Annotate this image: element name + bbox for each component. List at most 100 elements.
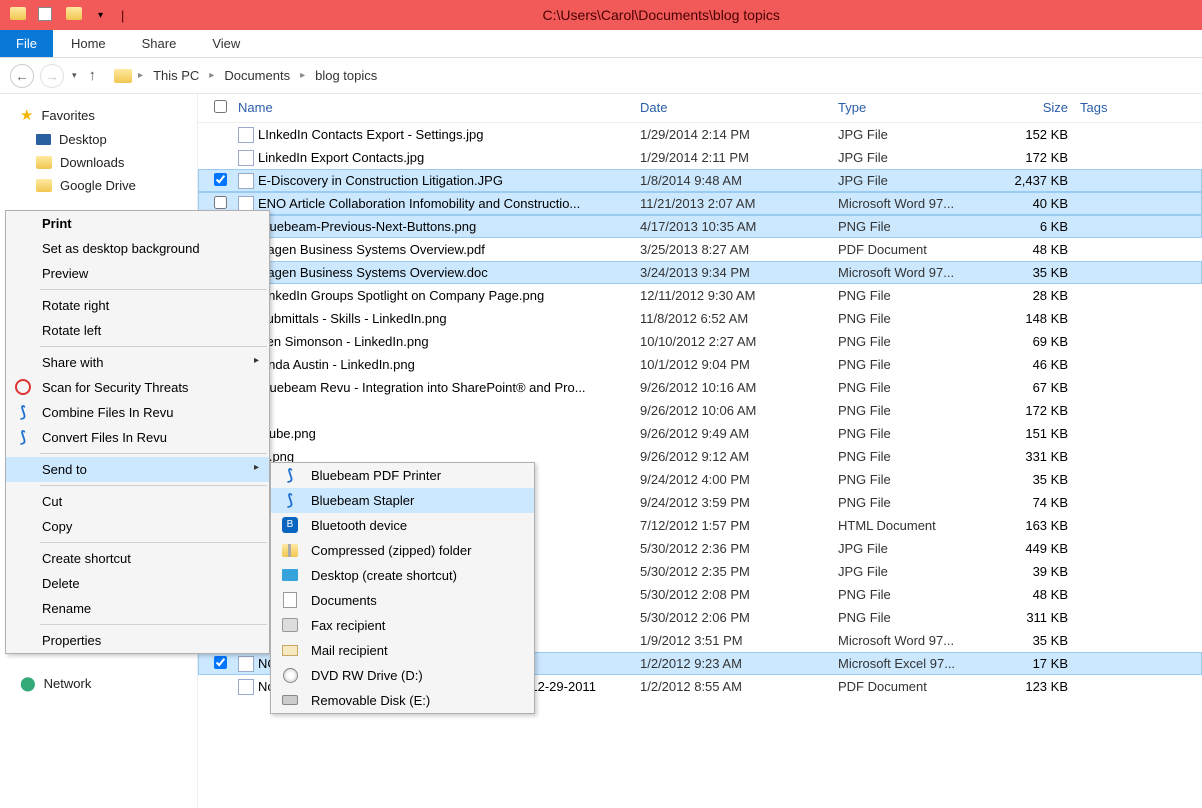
file-date: 9/26/2012 9:49 AM [640, 426, 838, 441]
file-row[interactable]: LinkedIn Groups Spotlight on Company Pag… [198, 284, 1202, 307]
file-size: 74 KB [986, 495, 1080, 510]
row-checkbox[interactable] [214, 173, 238, 189]
sendto-fax[interactable]: Fax recipient [271, 613, 534, 638]
file-row[interactable]: Hagen Business Systems Overview.pdf3/25/… [198, 238, 1202, 261]
cm-convert-revu[interactable]: ⟆Convert Files In Revu [6, 425, 269, 450]
file-name: Linda Austin - LinkedIn.png [258, 357, 640, 372]
cm-send-to[interactable]: Send to▸ [6, 457, 269, 482]
breadcrumb-folder[interactable]: blog topics [311, 66, 381, 85]
file-row[interactable]: Linda Austin - LinkedIn.png10/1/2012 9:0… [198, 353, 1202, 376]
sidebar-label: Google Drive [60, 178, 136, 193]
cm-separator [40, 289, 267, 290]
home-tab[interactable]: Home [53, 30, 124, 57]
file-row[interactable]: ...ube.png9/26/2012 9:49 AMPNG File151 K… [198, 422, 1202, 445]
file-row[interactable]: Submittals - Skills - LinkedIn.png11/8/2… [198, 307, 1202, 330]
back-button[interactable]: ← [10, 64, 34, 88]
sidebar-desktop[interactable]: Desktop [0, 128, 197, 151]
file-row[interactable]: LInkedIn Contacts Export - Settings.jpg1… [198, 123, 1202, 146]
file-row[interactable]: Ken Simonson - LinkedIn.png10/10/2012 2:… [198, 330, 1202, 353]
zip-folder-icon [281, 541, 299, 559]
qat-chevron-icon[interactable]: ▾ [98, 10, 103, 21]
fax-icon [281, 616, 299, 634]
file-row[interactable]: E-Discovery in Construction Litigation.J… [198, 169, 1202, 192]
file-date: 9/24/2012 3:59 PM [640, 495, 838, 510]
file-row[interactable]: Hagen Business Systems Overview.doc3/24/… [198, 261, 1202, 284]
breadcrumb-this-pc[interactable]: This PC [149, 66, 203, 85]
sidebar-downloads[interactable]: Downloads [0, 151, 197, 174]
usb-icon [281, 691, 299, 709]
cm-label: Bluebeam Stapler [311, 493, 414, 508]
column-type[interactable]: Type [838, 100, 986, 116]
chevron-right-icon[interactable]: ▸ [300, 70, 305, 81]
cm-preview[interactable]: Preview [6, 261, 269, 286]
sendto-desktop-shortcut[interactable]: Desktop (create shortcut) [271, 563, 534, 588]
file-row[interactable]: ENO Article Collaboration Infomobility a… [198, 192, 1202, 215]
file-name: Hagen Business Systems Overview.doc [258, 265, 640, 280]
file-type: Microsoft Word 97... [838, 196, 986, 211]
select-all-checkbox[interactable] [214, 100, 238, 116]
row-checkbox[interactable] [214, 656, 238, 672]
cm-label: Bluebeam PDF Printer [311, 468, 441, 483]
new-folder-icon[interactable] [66, 7, 82, 23]
breadcrumb[interactable]: ▸ This PC ▸ Documents ▸ blog topics [114, 66, 1192, 85]
file-date: 9/26/2012 10:06 AM [640, 403, 838, 418]
forward-button[interactable]: → [40, 64, 64, 88]
cm-create-shortcut[interactable]: Create shortcut [6, 546, 269, 571]
cm-set-background[interactable]: Set as desktop background [6, 236, 269, 261]
sendto-documents[interactable]: Documents [271, 588, 534, 613]
chevron-right-icon[interactable]: ▸ [138, 70, 143, 81]
file-date: 9/24/2012 4:00 PM [640, 472, 838, 487]
file-icon [238, 173, 258, 189]
cm-separator [40, 624, 267, 625]
chevron-right-icon[interactable]: ▸ [209, 70, 214, 81]
file-type: Microsoft Excel 97... [838, 656, 986, 671]
share-tab[interactable]: Share [124, 30, 195, 57]
file-row[interactable]: Bluebeam-Previous-Next-Buttons.png4/17/2… [198, 215, 1202, 238]
folder-icon [36, 179, 52, 192]
cm-rotate-left[interactable]: Rotate left [6, 318, 269, 343]
cm-print[interactable]: Print [6, 211, 269, 236]
column-tags[interactable]: Tags [1080, 100, 1202, 116]
file-type: PNG File [838, 219, 986, 234]
file-name: Submittals - Skills - LinkedIn.png [258, 311, 640, 326]
cm-delete[interactable]: Delete [6, 571, 269, 596]
file-row[interactable]: LinkedIn Export Contacts.jpg1/29/2014 2:… [198, 146, 1202, 169]
cm-rotate-right[interactable]: Rotate right [6, 293, 269, 318]
view-tab[interactable]: View [194, 30, 258, 57]
up-button[interactable]: ↑ [89, 67, 97, 84]
file-type: PNG File [838, 403, 986, 418]
sendto-bluebeam-pdf[interactable]: ⟆Bluebeam PDF Printer [271, 463, 534, 488]
sendto-dvd[interactable]: DVD RW Drive (D:) [271, 663, 534, 688]
sendto-zipped[interactable]: Compressed (zipped) folder [271, 538, 534, 563]
folder-icon [114, 69, 132, 83]
file-tab[interactable]: File [0, 30, 53, 57]
cm-combine-revu[interactable]: ⟆Combine Files In Revu [6, 400, 269, 425]
sendto-bluetooth[interactable]: BBluetooth device [271, 513, 534, 538]
sidebar-google-drive[interactable]: Google Drive [0, 174, 197, 197]
sendto-removable[interactable]: Removable Disk (E:) [271, 688, 534, 713]
column-date[interactable]: Date [640, 100, 838, 116]
column-size[interactable]: Size [986, 100, 1080, 116]
sendto-bluebeam-stapler[interactable]: ⟆Bluebeam Stapler [271, 488, 534, 513]
cm-rename[interactable]: Rename [6, 596, 269, 621]
breadcrumb-documents[interactable]: Documents [220, 66, 294, 85]
cm-cut[interactable]: Cut [6, 489, 269, 514]
file-row[interactable]: ...9/26/2012 10:06 AMPNG File172 KB [198, 399, 1202, 422]
bluetooth-icon: B [281, 516, 299, 534]
properties-icon[interactable] [38, 7, 54, 23]
window-title: C:\Users\Carol\Documents\blog topics [124, 7, 1198, 23]
file-type: PDF Document [838, 679, 986, 694]
history-chevron-icon[interactable]: ▾ [72, 70, 77, 81]
cm-scan-threats[interactable]: Scan for Security Threats [6, 375, 269, 400]
file-size: 311 KB [986, 610, 1080, 625]
sendto-mail[interactable]: Mail recipient [271, 638, 534, 663]
sidebar-favorites[interactable]: ★Favorites [0, 102, 197, 128]
file-name: ENO Article Collaboration Infomobility a… [258, 196, 640, 211]
cm-copy[interactable]: Copy [6, 514, 269, 539]
cm-share-with[interactable]: Share with▸ [6, 350, 269, 375]
sidebar-network[interactable]: ⬤Network [0, 671, 197, 696]
cm-label: Compressed (zipped) folder [311, 543, 471, 558]
column-name[interactable]: Name [238, 100, 640, 116]
file-row[interactable]: Bluebeam Revu - Integration into SharePo… [198, 376, 1202, 399]
cm-properties[interactable]: Properties [6, 628, 269, 653]
